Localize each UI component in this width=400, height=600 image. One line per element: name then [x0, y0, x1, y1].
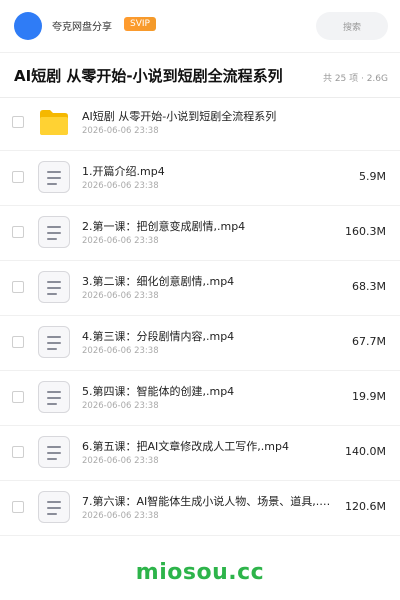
title-row: AI短剧 从零开始-小说到短剧全流程系列 共 25 项 · 2.6G: [0, 53, 400, 98]
folder-icon: [40, 110, 68, 135]
list-item[interactable]: 4.第三课：分段剧情内容,.mp4 2026-06-06 23:38 67.7M: [0, 316, 400, 371]
row-checkbox[interactable]: [12, 281, 24, 293]
item-name: 3.第二课：细化创意剧情,.mp4: [82, 275, 235, 288]
item-size: 120.6M: [345, 500, 386, 513]
item-date: 2026-06-06 23:38: [82, 181, 159, 191]
item-date: 2026-06-06 23:38: [82, 291, 159, 301]
share-page: 夸克网盘分享 SVIP 搜索 AI短剧 从零开始-小说到短剧全流程系列 共 25…: [0, 0, 400, 600]
item-size: 140.0M: [345, 445, 386, 458]
row-checkbox[interactable]: [12, 336, 24, 348]
item-size: 19.9M: [352, 390, 386, 403]
row-checkbox[interactable]: [12, 501, 24, 513]
item-name: 2.第一课：把创意变成剧情,.mp4: [82, 220, 246, 233]
item-date: 2026-06-06 23:38: [82, 456, 159, 466]
search-input[interactable]: 搜索: [316, 12, 388, 40]
page-title: AI短剧 从零开始-小说到短剧全流程系列: [14, 67, 283, 85]
item-name: 7.第六课：AI智能体生成小说人物、场景、道具,.mp4: [82, 495, 334, 508]
file-icon: [38, 491, 70, 523]
file-list: AI短剧 从零开始-小说到短剧全流程系列 2026-06-06 23:38 1.…: [0, 96, 400, 536]
app-name: 夸克网盘分享: [52, 22, 112, 33]
list-item[interactable]: 1.开篇介绍.mp4 2026-06-06 23:38 5.9M: [0, 151, 400, 206]
list-item[interactable]: 5.第四课：智能体的创建,.mp4 2026-06-06 23:38 19.9M: [0, 371, 400, 426]
row-checkbox[interactable]: [12, 446, 24, 458]
item-size: 67.7M: [352, 335, 386, 348]
item-date: 2026-06-06 23:38: [82, 236, 159, 246]
header: 夸克网盘分享 SVIP 搜索: [0, 0, 400, 53]
item-name: AI短剧 从零开始-小说到短剧全流程系列: [82, 110, 277, 123]
item-size: 5.9M: [359, 170, 386, 183]
row-checkbox[interactable]: [12, 171, 24, 183]
row-checkbox[interactable]: [12, 391, 24, 403]
list-item[interactable]: 2.第一课：把创意变成剧情,.mp4 2026-06-06 23:38 160.…: [0, 206, 400, 261]
item-size: 160.3M: [345, 225, 386, 238]
file-icon: [38, 326, 70, 358]
item-date: 2026-06-06 23:38: [82, 401, 159, 411]
file-icon: [38, 381, 70, 413]
file-icon: [38, 436, 70, 468]
row-checkbox[interactable]: [12, 116, 24, 128]
list-item[interactable]: 3.第二课：细化创意剧情,.mp4 2026-06-06 23:38 68.3M: [0, 261, 400, 316]
item-date: 2026-06-06 23:38: [82, 126, 159, 136]
avatar[interactable]: [14, 12, 42, 40]
folder-meta: 共 25 项 · 2.6G: [322, 74, 388, 84]
item-name: 6.第五课：把AI文章修改成人工写作,.mp4: [82, 440, 289, 453]
file-icon: [38, 271, 70, 303]
row-checkbox[interactable]: [12, 226, 24, 238]
file-icon: [38, 161, 70, 193]
list-item[interactable]: 7.第六课：AI智能体生成小说人物、场景、道具,.mp4 2026-06-06 …: [0, 481, 400, 536]
search-placeholder: 搜索: [342, 22, 361, 33]
watermark: miosou.cc: [135, 560, 265, 585]
item-name: 1.开篇介绍.mp4: [82, 165, 165, 178]
list-item[interactable]: AI短剧 从零开始-小说到短剧全流程系列 2026-06-06 23:38: [0, 96, 400, 151]
item-size: 68.3M: [352, 280, 386, 293]
list-item[interactable]: 6.第五课：把AI文章修改成人工写作,.mp4 2026-06-06 23:38…: [0, 426, 400, 481]
item-name: 5.第四课：智能体的创建,.mp4: [82, 385, 235, 398]
item-name: 4.第三课：分段剧情内容,.mp4: [82, 330, 235, 343]
item-date: 2026-06-06 23:38: [82, 346, 159, 356]
svip-badge: SVIP: [124, 17, 156, 31]
item-date: 2026-06-06 23:38: [82, 511, 159, 521]
file-icon: [38, 216, 70, 248]
